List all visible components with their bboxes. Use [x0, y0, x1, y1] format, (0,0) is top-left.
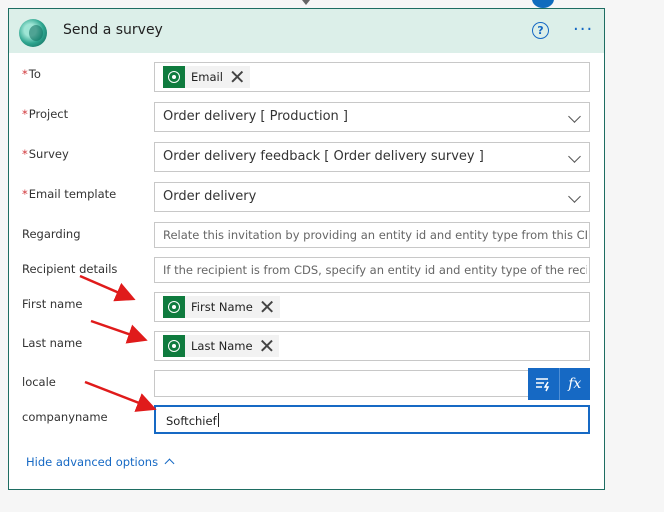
token-label: First Name [191, 300, 253, 314]
recipient-details-label: Recipient details [22, 262, 118, 276]
collapse-arrow-icon [302, 0, 310, 5]
text-caret [217, 413, 219, 427]
dynamic-content-icon [536, 378, 550, 392]
companyname-value: Softchief [166, 413, 219, 428]
regarding-placeholder: Relate this invitation by providing an e… [163, 228, 587, 242]
hide-advanced-options-text: Hide advanced options [26, 455, 159, 469]
companyname-input[interactable]: Softchief [154, 405, 590, 434]
locale-input[interactable] [154, 370, 590, 397]
close-icon[interactable]: ✕ [229, 67, 246, 87]
email-template-value: Order delivery [163, 189, 257, 204]
dataverse-icon [163, 66, 185, 88]
survey-label-text: Survey [28, 147, 69, 161]
required-marker: * [22, 107, 28, 121]
top-badge [532, 0, 554, 8]
email-template-label: *Email template [22, 187, 116, 201]
email-template-label-text: Email template [28, 187, 117, 201]
send-survey-card: Send a survey ? ··· *To Email ✕ *Project… [8, 8, 605, 490]
to-field[interactable]: Email ✕ [154, 62, 590, 92]
card-title: Send a survey [63, 22, 163, 38]
dynamic-content-toolbar: fx [528, 368, 590, 400]
companyname-text: Softchief [166, 414, 217, 428]
expression-icon: fx [568, 376, 582, 392]
close-icon[interactable]: ✕ [259, 336, 276, 356]
companyname-label: companyname [22, 410, 108, 424]
email-token[interactable]: Email ✕ [163, 66, 250, 88]
required-marker: * [22, 67, 28, 81]
project-label: *Project [22, 107, 68, 121]
token-label: Email [191, 70, 223, 84]
email-template-dropdown[interactable]: Order delivery [154, 182, 590, 212]
regarding-label: Regarding [22, 227, 81, 241]
close-icon[interactable]: ✕ [259, 297, 276, 317]
survey-label: *Survey [22, 147, 69, 161]
recipient-details-input[interactable]: If the recipient is from CDS, specify an… [154, 257, 590, 283]
dataverse-icon [163, 335, 185, 357]
to-label: *To [22, 67, 41, 81]
first-name-field[interactable]: First Name ✕ [154, 292, 590, 322]
token-label: Last Name [191, 339, 253, 353]
survey-dropdown[interactable]: Order delivery feedback [ Order delivery… [154, 142, 590, 172]
last-name-label: Last name [22, 336, 83, 350]
chevron-up-icon [164, 458, 175, 469]
card-header[interactable]: Send a survey ? ··· [9, 9, 604, 53]
last-name-token[interactable]: Last Name ✕ [163, 335, 280, 357]
chevron-down-icon[interactable] [568, 150, 581, 163]
required-marker: * [22, 187, 28, 201]
survey-value: Order delivery feedback [ Order delivery… [163, 149, 484, 164]
dataverse-logo-icon [19, 19, 47, 47]
regarding-input[interactable]: Relate this invitation by providing an e… [154, 222, 590, 248]
project-dropdown[interactable]: Order delivery [ Production ] [154, 102, 590, 132]
first-name-label: First name [22, 297, 83, 311]
dynamic-content-button[interactable] [528, 368, 560, 400]
recipient-details-placeholder: If the recipient is from CDS, specify an… [163, 263, 587, 277]
to-label-text: To [28, 67, 41, 81]
first-name-token[interactable]: First Name ✕ [163, 296, 280, 318]
chevron-down-icon[interactable] [568, 190, 581, 203]
help-icon[interactable]: ? [532, 22, 549, 39]
project-value: Order delivery [ Production ] [163, 109, 348, 124]
chevron-down-icon[interactable] [568, 110, 581, 123]
project-label-text: Project [28, 107, 69, 121]
more-icon[interactable]: ··· [573, 19, 593, 40]
hide-advanced-options-link[interactable]: Hide advanced options [26, 455, 175, 469]
dataverse-icon [163, 296, 185, 318]
locale-label: locale [22, 375, 56, 389]
last-name-field[interactable]: Last Name ✕ [154, 331, 590, 361]
required-marker: * [22, 147, 28, 161]
expression-button[interactable]: fx [560, 368, 591, 400]
